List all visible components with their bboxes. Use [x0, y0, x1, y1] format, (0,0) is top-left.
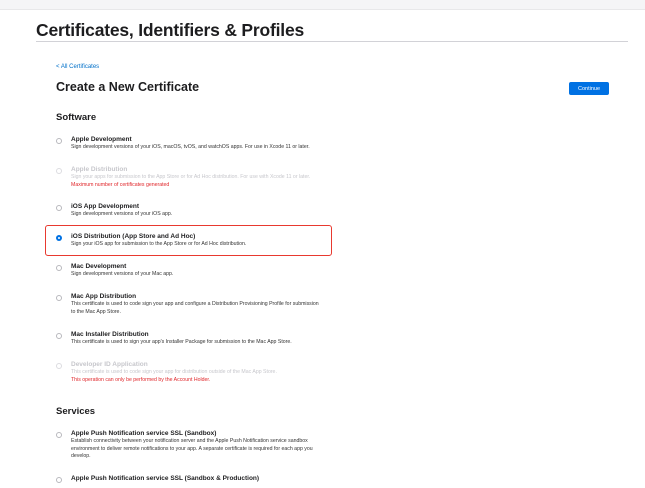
option-description: Establish connectivity between your noti…	[71, 438, 308, 444]
option-title: Apple Distribution	[71, 166, 128, 173]
radio-button	[56, 168, 62, 174]
radio-button[interactable]	[56, 205, 62, 211]
title-divider	[36, 41, 628, 42]
option-description: This certificate is used to sign your ap…	[71, 339, 292, 345]
radio-button[interactable]	[56, 265, 62, 271]
option-description: Sign development versions of your iOS ap…	[71, 211, 173, 217]
option-description: Sign development versions of your Mac ap…	[71, 271, 174, 277]
services-heading: Services	[56, 406, 96, 417]
software-heading: Software	[56, 112, 97, 123]
option-description: Sign your apps for submission to the App…	[71, 174, 311, 180]
radio-button[interactable]	[56, 477, 62, 483]
option-title: Apple Push Notification service SSL (San…	[71, 475, 260, 482]
page-title: Certificates, Identifiers & Profiles	[36, 20, 305, 40]
all-certificates-link[interactable]: < All Certificates	[56, 64, 99, 70]
option-title: Mac Installer Distribution	[71, 331, 149, 338]
option-title: Apple Development	[71, 136, 132, 143]
option-warning: Maximum number of certificates generated	[71, 181, 170, 188]
option-warning: This operation can only be performed by …	[71, 376, 211, 383]
option-description-cont: environment to deliver remote notificati…	[71, 445, 313, 452]
option-title: iOS App Development	[71, 203, 140, 210]
option-description: This certificate is used to code sign yo…	[71, 369, 277, 375]
option-description: This certificate is used to code sign yo…	[71, 301, 319, 307]
option-description-cont: to the Mac App Store.	[71, 308, 121, 315]
option-title: Mac App Distribution	[71, 293, 137, 300]
option-title: Mac Development	[71, 263, 127, 270]
selection-highlight-box	[45, 225, 332, 256]
radio-button[interactable]	[56, 138, 62, 144]
option-title: Developer ID Application	[71, 361, 148, 368]
page-heading: Create a New Certificate	[56, 80, 200, 94]
radio-button[interactable]	[56, 432, 62, 438]
radio-button[interactable]	[56, 333, 62, 339]
continue-button[interactable]: Continue	[569, 82, 609, 95]
option-description-cont: develop.	[71, 453, 91, 459]
radio-button	[56, 363, 62, 369]
option-description: Sign development versions of your iOS, m…	[71, 144, 310, 150]
option-title: Apple Push Notification service SSL (San…	[71, 430, 217, 437]
browser-top-strip	[0, 0, 645, 10]
radio-button[interactable]	[56, 295, 62, 301]
